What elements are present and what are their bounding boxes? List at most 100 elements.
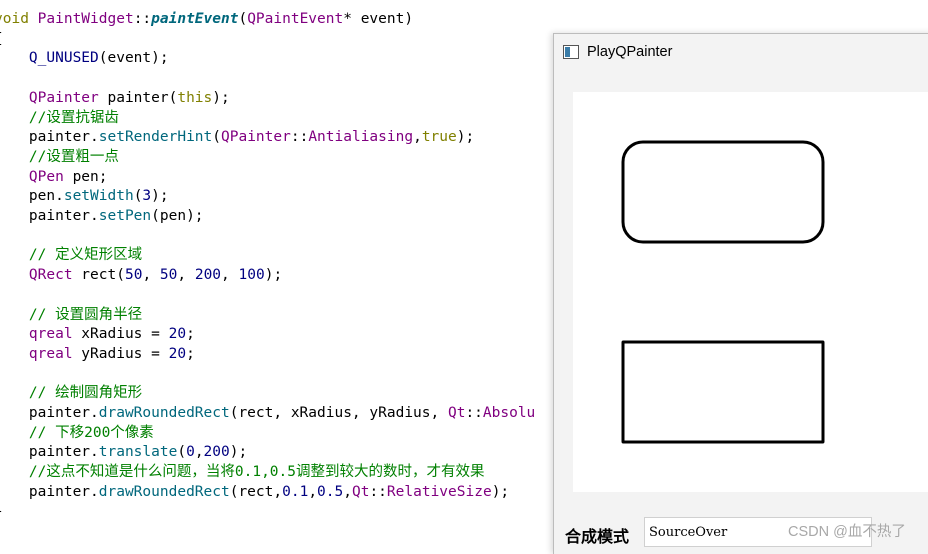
code-token: true [421,129,457,146]
code-token: Qt [447,405,466,421]
code-token: (rect, xRadius, yRadius, [229,405,448,421]
composition-mode-label: 合成模式 [565,527,630,546]
code-line: //设置抗锯齿 [0,108,119,128]
code-token: , [142,267,160,284]
rounded-rect-relative [621,340,825,444]
code-token: Absolu [482,405,536,421]
code-token: ; [186,326,195,343]
code-token: Qt [351,483,370,500]
code-token: 20 [168,345,187,362]
window-icon [563,45,579,59]
code-token: , [413,129,422,146]
code-token: 0 [186,444,195,461]
code-line: { [0,29,3,49]
code-token: yRadius = [72,345,169,362]
code-line: painter.translate(0,200); [0,442,247,462]
code-token: 100 [238,267,265,284]
code-line: pen.setWidth(3); [0,186,169,206]
code-token: 200 [203,444,230,461]
code-token: painter. [0,405,99,421]
code-token: 50 [159,267,178,284]
code-token: setPen [98,208,152,224]
code-line: //这点不知道是什么问题，当将0.1,0.5调整到较大的数时，才有效果 [0,462,485,482]
code-line: //设置粗一点 [0,147,119,167]
code-token: setRenderHint [98,129,213,146]
code-token: * event) [343,11,414,27]
code-token: pen. [0,188,64,205]
paint-canvas [573,92,928,492]
title-bar[interactable]: PlayQPainter [554,34,928,72]
code-line: painter.drawRoundedRect(rect, xRadius, y… [0,403,535,423]
code-token: // 设置圆角半径 [28,306,143,323]
code-token: // 下移200个像素 [28,424,154,441]
code-token: ); [491,483,510,500]
code-token: 0.5 [317,483,344,500]
code-line: painter.drawRoundedRect(rect,0.1,0.5,Qt:… [0,482,509,502]
code-line: qreal xRadius = 20; [0,324,195,344]
window-title: PlayQPainter [587,44,673,60]
code-line: void PaintWidget::paintEvent(QPaintEvent… [0,9,413,29]
code-token: PaintWidget [37,11,134,27]
code-token: (event); [98,50,169,67]
code-line: QRect rect(50, 50, 200, 100); [0,265,282,285]
code-token: , [343,483,352,500]
code-token: translate [98,444,178,461]
code-token: // 定义矩形区域 [28,247,143,264]
code-token: drawRoundedRect [98,483,230,500]
code-token: (rect, [229,483,283,500]
code-token: ); [212,89,230,106]
code-token: rect( [72,267,125,284]
code-token: QPen [28,168,64,185]
code-token: (pen); [151,208,204,224]
code-line: Q_UNUSED(event); [0,48,169,68]
code-token: ( [212,129,221,146]
code-token: ; [186,345,195,362]
code-line: QPainter painter(this); [0,88,230,108]
code-token: , [177,267,195,284]
code-token: drawRoundedRect [98,405,230,421]
code-token: 0.1 [282,483,309,500]
code-line: painter.setPen(pen); [0,206,204,226]
code-token: , [308,483,318,500]
code-token: void [0,11,29,27]
code-token: :: [133,11,152,27]
code-line: QPen pen; [0,167,108,187]
watermark: CSDN @血不热了 [788,524,906,540]
code-token: { [0,31,3,47]
code-token: ); [264,267,283,284]
code-token: painter. [0,444,99,461]
code-token: xRadius = [72,326,169,343]
code-token: ); [229,444,248,461]
code-token: RelativeSize [386,483,492,500]
code-line: // 设置圆角半径 [0,305,142,325]
code-token: painter. [0,483,99,500]
code-token: :: [465,405,483,421]
code-line: // 下移200个像素 [0,423,154,443]
code-line: // 定义矩形区域 [0,245,142,265]
code-token: :: [369,483,387,500]
code-token: ( [177,444,187,461]
code-token: qreal [28,345,73,362]
code-line: } [0,502,3,522]
code-token: // 绘制圆角矩形 [28,385,143,402]
code-token: qreal [28,326,73,343]
code-token: this [177,89,213,106]
code-token: setWidth [63,188,134,205]
code-token: //设置粗一点 [28,148,119,165]
code-editor[interactable]: void PaintWidget::paintEvent(QPaintEvent… [0,0,560,546]
code-token: QPaintEvent [247,11,344,27]
code-token: QPainter [28,89,99,106]
code-token: painter. [0,129,99,146]
code-token: ); [151,188,169,205]
code-line: qreal yRadius = 20; [0,344,195,364]
